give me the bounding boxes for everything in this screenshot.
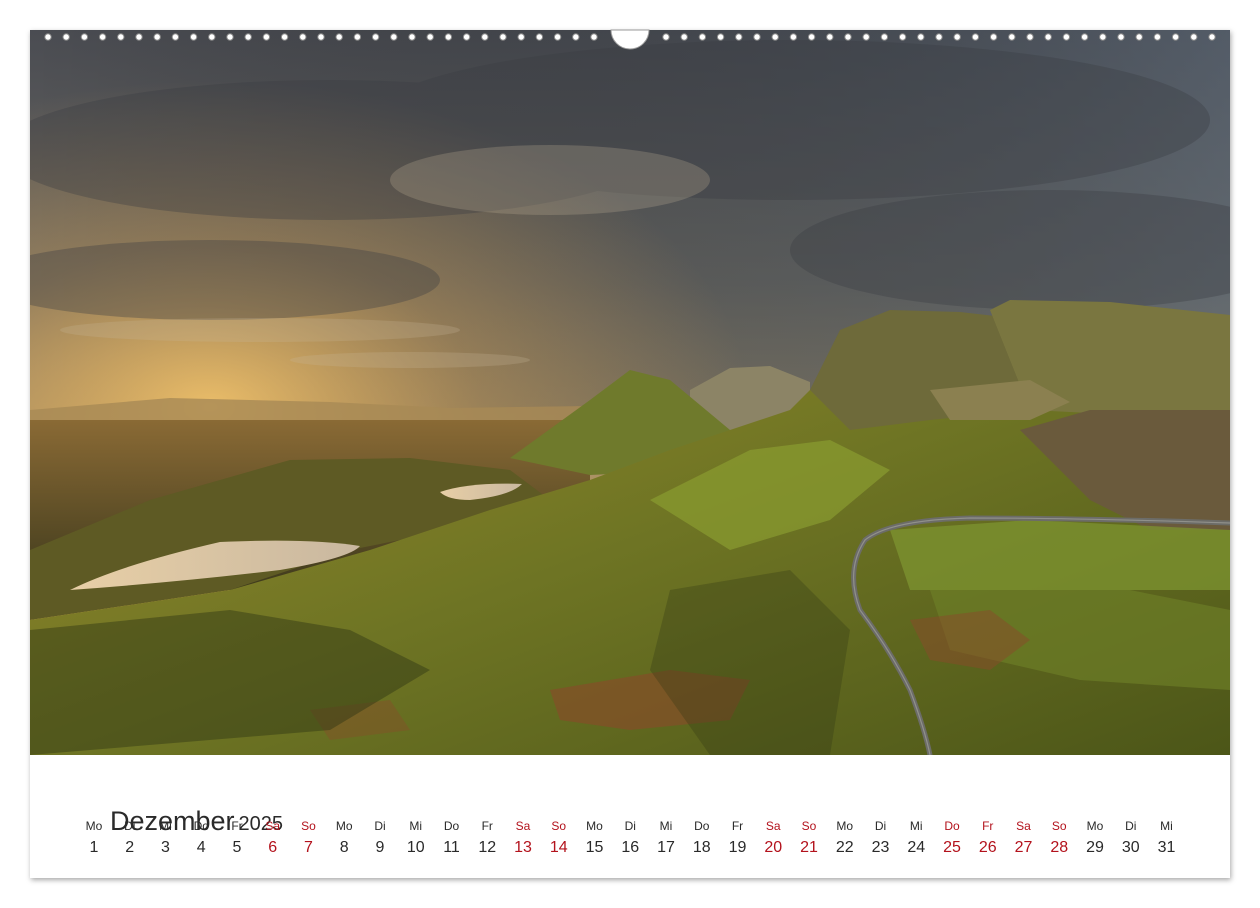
day-number: 12 [478, 839, 497, 856]
day-number: 10 [406, 839, 425, 856]
day-number: 18 [692, 839, 711, 856]
day-cell: So 14 [541, 818, 577, 858]
weekday-label: Sa [265, 819, 281, 833]
day-cell: Do 25 [934, 818, 970, 858]
day-cell: Mi 17 [648, 818, 684, 858]
weekday-label: Fr [982, 819, 994, 833]
landscape-photo [30, 30, 1230, 755]
day-cell: Sa 20 [755, 818, 791, 858]
day-number: 22 [835, 839, 854, 856]
day-cell: Fr 19 [720, 818, 756, 858]
weekday-label: Do [694, 819, 710, 833]
day-number: 19 [728, 839, 747, 856]
weekday-label: Mi [909, 819, 923, 833]
weekday-label: Sa [515, 819, 531, 833]
day-cell: Mo 29 [1077, 818, 1113, 858]
day-number: 30 [1121, 839, 1140, 856]
day-number: 6 [268, 839, 278, 856]
weekday-label: Do [944, 819, 960, 833]
day-number: 31 [1157, 839, 1176, 856]
day-cell: Mi 31 [1149, 818, 1185, 858]
weekday-label: Do [193, 819, 209, 833]
day-number: 1 [89, 839, 99, 856]
weekday-label: Mi [659, 819, 673, 833]
day-cell: Mo 22 [827, 818, 863, 858]
day-cell: Di 2 [112, 818, 148, 858]
weekday-label: Di [374, 819, 386, 833]
weekday-label: Mo [1086, 819, 1104, 833]
day-cell: Do 18 [684, 818, 720, 858]
weekday-label: Fr [731, 819, 744, 833]
day-cell: Di 16 [612, 818, 648, 858]
day-cell: So 28 [1041, 818, 1077, 858]
day-number: 25 [943, 839, 961, 856]
weekday-label: Fr [231, 819, 243, 833]
day-cell: Do 11 [434, 818, 470, 858]
weekday-label: So [801, 819, 817, 833]
day-number: 7 [304, 839, 313, 856]
day-cell: Di 9 [362, 818, 398, 858]
weekday-label: Mo [85, 819, 103, 833]
calendar-page: Dezember 2025 [30, 30, 1230, 878]
day-number: 14 [549, 839, 568, 856]
day-cell: Mi 24 [898, 818, 934, 858]
day-number: 11 [443, 839, 460, 856]
day-number: 5 [232, 839, 242, 856]
day-number: 29 [1086, 839, 1104, 856]
day-number: 15 [585, 839, 604, 856]
weekday-label: Fr [481, 819, 493, 833]
weekday-label: Mi [409, 819, 423, 833]
day-cell: Fr 26 [970, 818, 1006, 858]
day-number: 24 [907, 839, 926, 856]
day-number: 13 [514, 839, 532, 856]
day-number: 28 [1050, 839, 1069, 856]
weekday-label: Di [1125, 819, 1137, 833]
day-number: 17 [657, 839, 675, 856]
weekday-label: So [1051, 819, 1067, 833]
day-cell: Sa 27 [1006, 818, 1042, 858]
day-number: 8 [339, 839, 349, 856]
weekday-label: Mo [836, 819, 854, 833]
day-cell: Di 23 [863, 818, 899, 858]
day-number: 2 [125, 839, 135, 856]
weekday-label: Di [124, 819, 136, 833]
day-cell: So 7 [291, 818, 327, 858]
weekday-label: Mi [1160, 819, 1173, 833]
day-cell: Di 30 [1113, 818, 1149, 858]
day-cell: Mo 1 [76, 818, 112, 858]
day-cell: Mo 15 [577, 818, 613, 858]
day-number: 9 [375, 839, 385, 856]
landscape-illustration [30, 30, 1230, 755]
weekday-label: Di [874, 819, 887, 833]
day-cell: Sa 13 [505, 818, 541, 858]
day-number: 4 [196, 839, 206, 856]
weekday-label: So [551, 819, 567, 833]
weekday-label: Di [624, 819, 636, 833]
weekday-label: Do [443, 819, 460, 833]
weekday-label: Sa [765, 819, 781, 833]
day-cell: Fr 5 [219, 818, 255, 858]
day-number: 16 [621, 839, 640, 856]
day-cell: Mi 10 [398, 818, 434, 858]
weekday-label: Mo [586, 819, 603, 833]
weekday-label: Sa [1016, 819, 1031, 833]
day-cell: So 21 [791, 818, 827, 858]
day-cell: Mo 8 [326, 818, 362, 858]
day-number: 21 [800, 839, 818, 856]
weekday-label: So [301, 819, 316, 833]
day-cell: Sa 6 [255, 818, 291, 858]
day-cell: Fr 12 [469, 818, 505, 858]
day-number: 20 [764, 839, 783, 856]
day-number: 26 [978, 839, 997, 856]
day-number: 3 [161, 839, 170, 856]
day-cell: Mi 3 [148, 818, 184, 858]
day-cell: Do 4 [183, 818, 219, 858]
day-number: 23 [871, 839, 890, 856]
weekday-label: Mo [335, 819, 353, 833]
weekday-label: Mi [159, 819, 172, 833]
day-number: 27 [1014, 839, 1033, 856]
